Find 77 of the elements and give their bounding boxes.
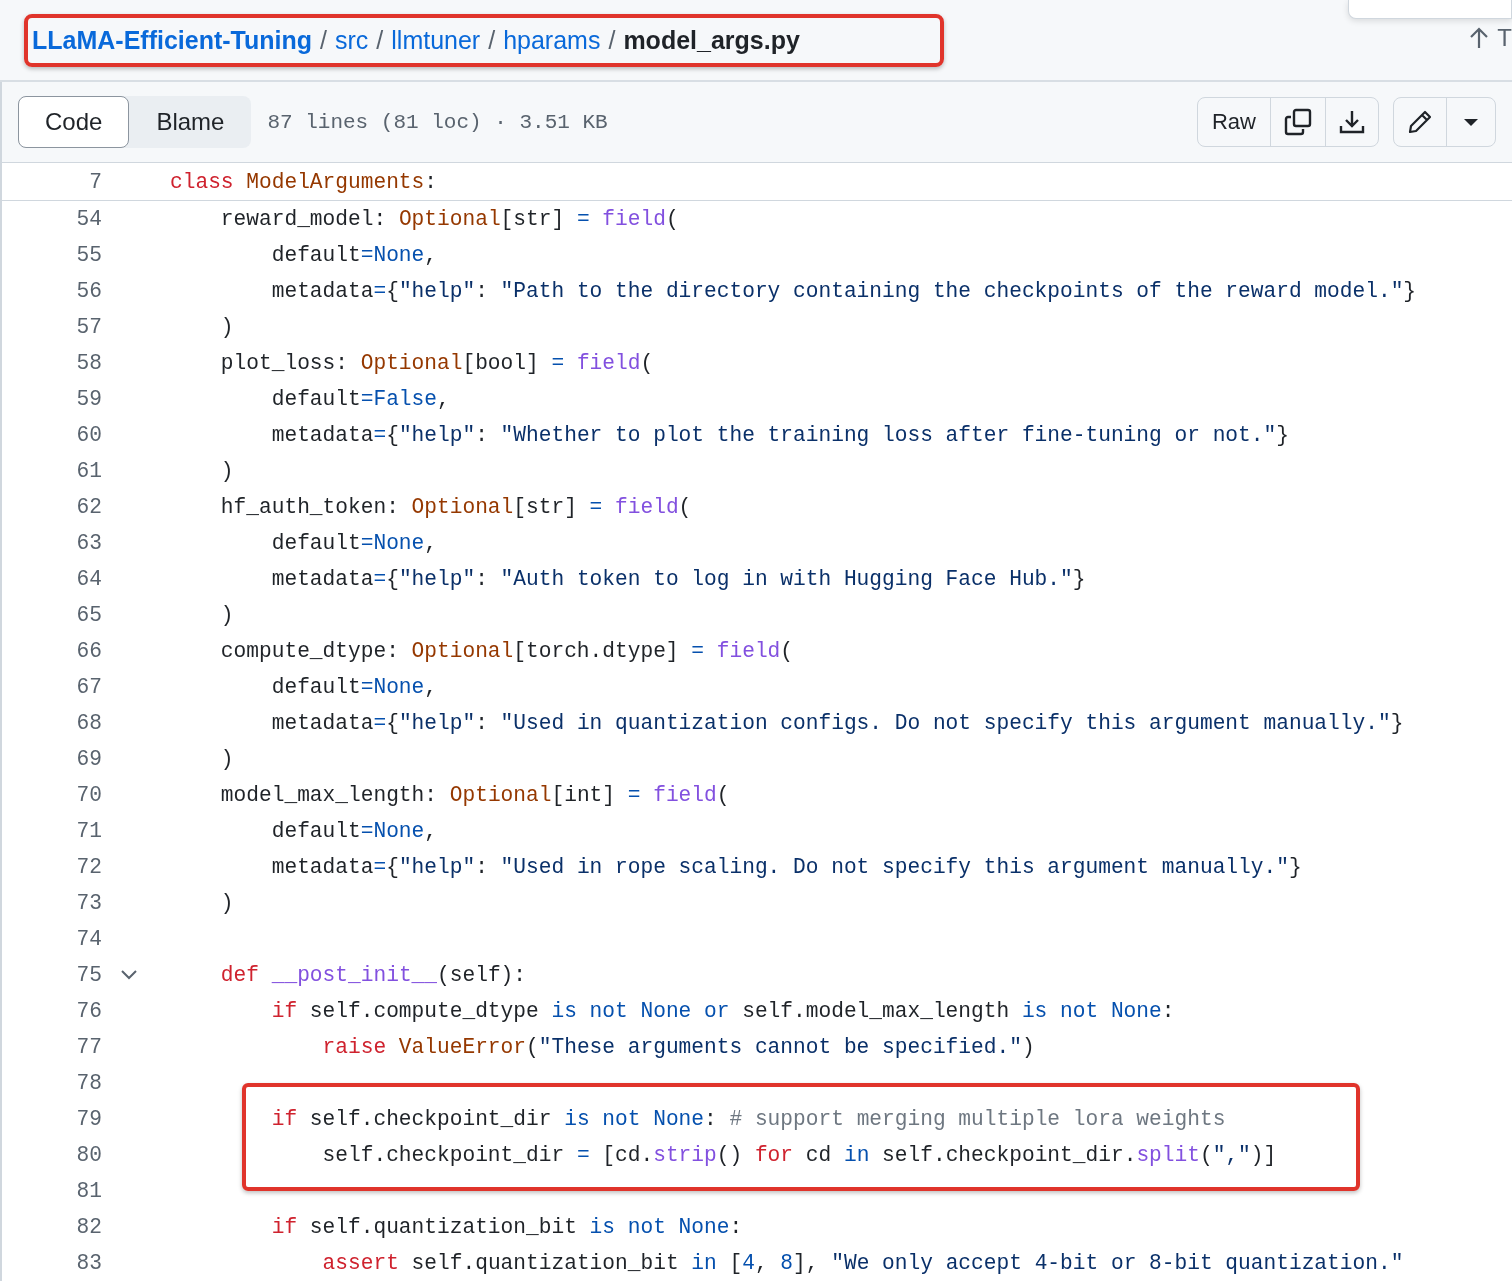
code-line: default=False, bbox=[270, 387, 450, 411]
code-line: ) bbox=[219, 459, 234, 483]
code-line: if self.compute_dtype is not None or self.model_max_length is not None: bbox=[270, 999, 1175, 1023]
view-tab[interactable]: Blame bbox=[129, 96, 252, 148]
code-line: metadata={"help": "Path to the directory containing the checkpoints of the reward model."} bbox=[270, 279, 1417, 303]
file-name: model_args.py bbox=[623, 25, 800, 55]
line-number: 77 bbox=[75, 1035, 102, 1059]
download-icon bbox=[1338, 108, 1366, 136]
line-number: 70 bbox=[75, 783, 102, 807]
breadcrumb-link[interactable]: llmtuner bbox=[391, 25, 481, 55]
line-number: 76 bbox=[75, 999, 102, 1023]
code-line: ) bbox=[219, 603, 234, 627]
line-number: 7 bbox=[88, 169, 102, 194]
line-number: 67 bbox=[75, 675, 102, 699]
line-number: 66 bbox=[75, 639, 102, 663]
line-number: 75 bbox=[75, 963, 102, 987]
code-line: hf_auth_token: Optional[str] = field( bbox=[219, 495, 692, 519]
code-line: class ModelArguments: bbox=[170, 169, 437, 194]
code-line: assert self.quantization_bit in [4, 8], "We only accept 4-bit or 8-bit quantization." bbox=[321, 1251, 1404, 1275]
code-line: compute_dtype: Optional[torch.dtype] = field( bbox=[219, 639, 794, 663]
line-number: 56 bbox=[75, 279, 102, 303]
line-number: 83 bbox=[75, 1251, 102, 1275]
breadcrumb-link[interactable]: hparams bbox=[503, 25, 601, 55]
line-number: 65 bbox=[75, 603, 102, 627]
file-info: 87 lines (81 loc) · 3.51 KB bbox=[267, 110, 608, 134]
line-number: 64 bbox=[75, 567, 102, 591]
code-line: metadata={"help": "Whether to plot the training loss after fine-tuning or not."} bbox=[270, 423, 1289, 447]
line-number: 68 bbox=[75, 711, 102, 735]
breadcrumb-link[interactable]: src bbox=[335, 25, 369, 55]
line-number: 60 bbox=[75, 423, 102, 447]
code-line: reward_model: Optional[str] = field( bbox=[219, 207, 679, 231]
code-line: self.checkpoint_dir = [cd.strip() for cd in self.checkpoint_dir.split(",")] bbox=[321, 1143, 1277, 1167]
code-line: default=None, bbox=[270, 819, 437, 843]
line-number: 61 bbox=[75, 459, 102, 483]
code-line: ) bbox=[219, 747, 234, 771]
code-line: ) bbox=[219, 315, 234, 339]
line-number: 54 bbox=[75, 207, 102, 231]
line-number: 80 bbox=[75, 1143, 102, 1167]
path-separator: / bbox=[376, 25, 384, 55]
code-line: if self.quantization_bit is not None: bbox=[270, 1215, 743, 1239]
line-number: 74 bbox=[75, 927, 102, 951]
line-number: 73 bbox=[75, 891, 102, 915]
line-number: 58 bbox=[75, 351, 102, 375]
line-number: 72 bbox=[75, 855, 102, 879]
code-line: metadata={"help": "Used in quantization configs. Do not specify this argument manually."} bbox=[270, 711, 1404, 735]
line-number: 57 bbox=[75, 315, 102, 339]
top-button[interactable]: T bbox=[1469, 24, 1512, 52]
breadcrumb-link[interactable]: LLaMA-Efficient-Tuning bbox=[32, 25, 313, 55]
code-line: default=None, bbox=[270, 243, 437, 267]
copy-icon bbox=[1283, 107, 1313, 137]
line-number: 79 bbox=[75, 1107, 102, 1131]
line-number: 81 bbox=[75, 1179, 102, 1203]
code-line: metadata={"help": "Auth token to log in with Hugging Face Hub."} bbox=[270, 567, 1086, 591]
line-number: 69 bbox=[75, 747, 102, 771]
code-line: model_max_length: Optional[int] = field( bbox=[219, 783, 730, 807]
line-number: 62 bbox=[75, 495, 102, 519]
chevron-down-icon[interactable] bbox=[120, 969, 138, 981]
code-line: ) bbox=[219, 891, 234, 915]
code-line: if self.checkpoint_dir is not None: # support merging multiple lora weights bbox=[270, 1107, 1226, 1131]
path-separator: / bbox=[608, 25, 616, 55]
code-line: default=None, bbox=[270, 531, 437, 555]
code-line: default=None, bbox=[270, 675, 437, 699]
path-separator: / bbox=[320, 25, 327, 55]
line-number: 71 bbox=[75, 819, 102, 843]
line-number: 59 bbox=[75, 387, 102, 411]
line-number: 78 bbox=[75, 1071, 102, 1095]
arrow-up-icon bbox=[1469, 27, 1490, 49]
line-number: 63 bbox=[75, 531, 102, 555]
code-line: def __post_init__(self): bbox=[219, 963, 527, 987]
code-line: raise ValueError("These arguments cannot be specified.") bbox=[321, 1035, 1035, 1059]
path-separator: / bbox=[488, 25, 496, 55]
view-tab[interactable]: Code bbox=[18, 96, 130, 148]
line-number: 55 bbox=[75, 243, 102, 267]
pencil-icon bbox=[1406, 108, 1434, 136]
line-number: 82 bbox=[75, 1215, 102, 1239]
code-line: plot_loss: Optional[bool] = field( bbox=[219, 351, 654, 375]
code-line: metadata={"help": "Used in rope scaling. Do not specify this argument manually."} bbox=[270, 855, 1302, 879]
